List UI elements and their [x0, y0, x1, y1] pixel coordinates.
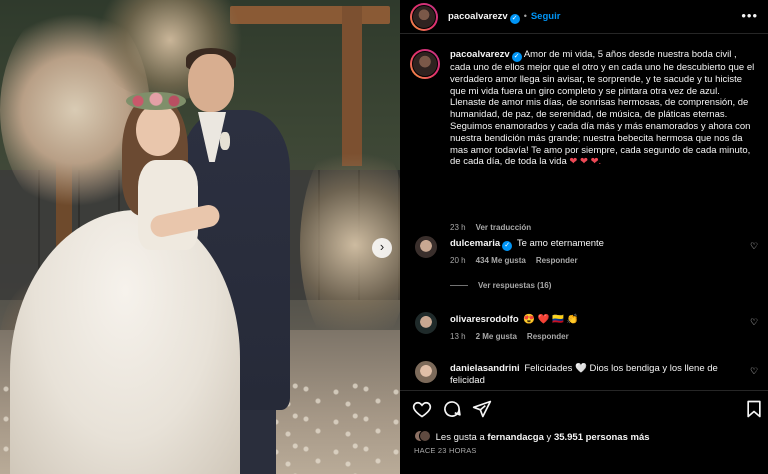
- comment-username[interactable]: dulcemaria: [450, 238, 500, 249]
- comment-username[interactable]: danielasandrini: [450, 363, 520, 374]
- chevron-right-icon[interactable]: ›: [372, 238, 392, 258]
- heart-icon[interactable]: ♡: [750, 366, 760, 376]
- reply-button[interactable]: Responder: [527, 332, 569, 341]
- liker-username[interactable]: fernandacga: [487, 432, 544, 443]
- likes-summary[interactable]: Les gusta a fernandacga y 35.951 persona…: [414, 430, 650, 443]
- verified-badge-icon: ✓: [511, 52, 522, 62]
- comment-icon[interactable]: [442, 399, 462, 419]
- post-panel: pacoalvarezv ✓ • Seguir ••• pacoalvarezv ✓ A…: [400, 0, 768, 474]
- heart-icon[interactable]: ♡: [750, 317, 760, 327]
- flower-crown: [126, 92, 186, 110]
- bride-face: [136, 104, 180, 156]
- avatar[interactable]: [414, 311, 438, 335]
- verified-badge-icon: ✓: [509, 14, 520, 24]
- comment-meta: 20 h 434 Me gusta Responder: [450, 256, 588, 265]
- heart-icon[interactable]: [412, 399, 432, 419]
- comment-text: 😍 ❤️ 🇨🇴 👏: [523, 314, 579, 325]
- post-timestamp: HACE 23 HORAS: [414, 446, 477, 455]
- comments-section[interactable]: pacoalvarezv ✓ Amor de mi vida, 5 años de…: [400, 35, 768, 390]
- follow-button[interactable]: Seguir: [531, 11, 561, 22]
- author-username[interactable]: pacoalvarezv: [448, 11, 508, 22]
- post-header: pacoalvarezv ✓ • Seguir •••: [400, 0, 768, 34]
- avatar[interactable]: [410, 49, 440, 79]
- groom-face: [188, 54, 234, 112]
- header-user: pacoalvarezv ✓ • Seguir: [448, 11, 560, 24]
- liker-avatars: [414, 430, 431, 443]
- post-photo[interactable]: ›: [0, 0, 400, 474]
- caption-username[interactable]: pacoalvarezv: [450, 49, 510, 60]
- comment-body: olivaresrodolfo 😍 ❤️ 🇨🇴 👏: [450, 314, 750, 326]
- comment-username[interactable]: olivaresrodolfo: [450, 314, 519, 325]
- wooden-arch-beam: [230, 6, 390, 24]
- comment-body: danielasandrini Felicidades 🤍 Dios los b…: [450, 363, 750, 387]
- view-replies-button[interactable]: Ver respuestas (16): [450, 281, 551, 290]
- share-icon[interactable]: [472, 399, 492, 419]
- caption-age[interactable]: 23 h: [450, 223, 466, 232]
- likes-count[interactable]: 35.951 personas más: [554, 432, 650, 443]
- avatar[interactable]: [414, 360, 438, 384]
- avatar[interactable]: [414, 235, 438, 259]
- heart-icon[interactable]: ♡: [750, 241, 760, 251]
- likes-prefix: Les gusta a: [435, 432, 485, 443]
- avatar[interactable]: [410, 3, 438, 31]
- comment-body: dulcemaria ✓ Te amo eternamente: [450, 238, 750, 251]
- view-replies-label: Ver respuestas (16): [478, 281, 552, 290]
- separator: •: [523, 11, 527, 21]
- bookmark-icon[interactable]: [744, 399, 764, 419]
- translate-link[interactable]: Ver traducción: [476, 223, 532, 232]
- comment-likes[interactable]: 434 Me gusta: [476, 256, 526, 265]
- bride-figure: [138, 160, 198, 250]
- more-options-icon[interactable]: •••: [741, 8, 758, 23]
- comment-meta: 13 h 2 Me gusta Responder: [450, 332, 579, 341]
- boutonniere: [220, 132, 230, 150]
- divider: [450, 285, 468, 287]
- likes-connector: y: [546, 432, 552, 443]
- comment-age[interactable]: 20 h: [450, 256, 466, 265]
- comment-text: Te amo eternamente: [516, 238, 604, 249]
- reply-button[interactable]: Responder: [536, 256, 578, 265]
- caption-text: pacoalvarezv ✓ Amor de mi vida, 5 años de…: [450, 49, 756, 168]
- heart-emojis: ❤ ❤ ❤.: [569, 156, 602, 168]
- comment-likes[interactable]: 2 Me gusta: [476, 332, 517, 341]
- caption-meta: 23 h Ver traducción: [450, 223, 541, 232]
- verified-badge-icon: ✓: [502, 241, 513, 251]
- caption-body: Amor de mi vida, 5 años desde nuestra bo…: [450, 49, 755, 168]
- comment-age[interactable]: 13 h: [450, 332, 466, 341]
